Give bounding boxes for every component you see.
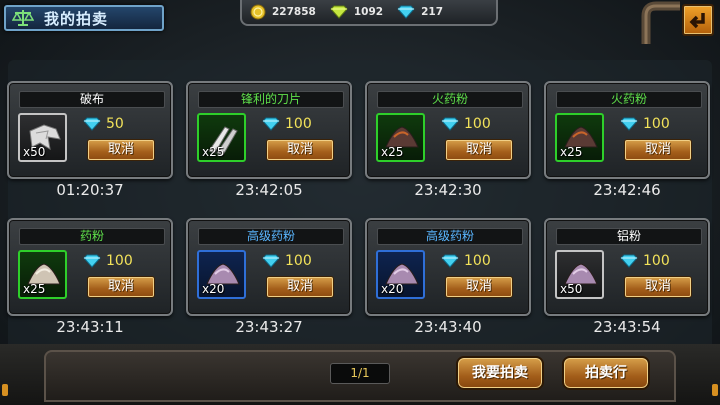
diamond-amount: 217 xyxy=(421,6,443,18)
price-amount: 100 xyxy=(464,116,491,132)
price-amount: 50 xyxy=(106,116,124,132)
listing-card: 高级药粉 x20 100 取消 xyxy=(186,218,352,316)
remaining-time: 23:43:40 xyxy=(414,318,482,336)
page-indicator: 1/1 xyxy=(330,363,390,384)
gold-amount: 227858 xyxy=(272,6,316,18)
diamond-currency: 217 xyxy=(397,5,443,19)
item-name: 锋利的刀片 xyxy=(198,91,344,108)
price: 100 xyxy=(262,116,312,132)
item-name: 药粉 xyxy=(19,228,165,245)
cancel-button[interactable]: 取消 xyxy=(266,276,334,298)
gold-currency: 227858 xyxy=(250,4,316,20)
remaining-time: 01:20:37 xyxy=(56,181,124,199)
diamond-price-icon xyxy=(83,117,101,131)
listing-card: 药粉 x25 100 取消 xyxy=(7,218,173,316)
price-amount: 100 xyxy=(106,253,133,269)
item-slot[interactable]: x25 xyxy=(197,113,246,162)
green-gem-amount: 1092 xyxy=(353,6,384,18)
item-quantity: x25 xyxy=(560,145,583,159)
back-button[interactable] xyxy=(682,4,714,36)
item-name: 高级药粉 xyxy=(198,228,344,245)
diamond-price-icon xyxy=(441,254,459,268)
price: 100 xyxy=(441,116,491,132)
green-gem-icon xyxy=(330,5,348,19)
item-quantity: x20 xyxy=(202,282,225,296)
blue-diamond-icon xyxy=(397,5,415,19)
scale-icon xyxy=(12,10,34,26)
diamond-price-icon xyxy=(262,254,280,268)
item-slot[interactable]: x25 xyxy=(555,113,604,162)
listing-card: 铝粉 x50 100 取消 xyxy=(544,218,710,316)
item-slot[interactable]: x50 xyxy=(555,250,604,299)
cancel-button[interactable]: 取消 xyxy=(87,276,155,298)
back-arrow-icon xyxy=(689,13,705,29)
item-quantity: x25 xyxy=(202,145,225,159)
item-name: 火药粉 xyxy=(377,91,523,108)
price-amount: 100 xyxy=(464,253,491,269)
price: 100 xyxy=(262,253,312,269)
remaining-time: 23:43:54 xyxy=(593,318,661,336)
corner-indicator-right xyxy=(712,384,718,396)
gold-coin-icon xyxy=(250,4,266,20)
cancel-button[interactable]: 取消 xyxy=(445,139,513,161)
item-quantity: x50 xyxy=(23,145,46,159)
page-title: 我的拍卖 xyxy=(44,9,109,28)
item-name: 破布 xyxy=(19,91,165,108)
cancel-button[interactable]: 取消 xyxy=(445,276,513,298)
cancel-button[interactable]: 取消 xyxy=(266,139,334,161)
auction-house-button[interactable]: 拍卖行 xyxy=(562,356,650,390)
price-amount: 100 xyxy=(643,253,670,269)
diamond-price-icon xyxy=(620,117,638,131)
item-slot[interactable]: x20 xyxy=(197,250,246,299)
listing-card: 高级药粉 x20 100 取消 xyxy=(365,218,531,316)
item-slot[interactable]: x20 xyxy=(376,250,425,299)
want-auction-button[interactable]: 我要拍卖 xyxy=(456,356,544,390)
green-gem-currency: 1092 xyxy=(330,5,383,19)
diamond-price-icon xyxy=(262,117,280,131)
price-amount: 100 xyxy=(643,116,670,132)
remaining-time: 23:42:05 xyxy=(235,181,303,199)
item-slot[interactable]: x25 xyxy=(18,250,67,299)
price: 50 xyxy=(83,116,124,132)
item-name: 火药粉 xyxy=(556,91,702,108)
price: 100 xyxy=(620,253,670,269)
price: 100 xyxy=(441,253,491,269)
diamond-price-icon xyxy=(441,117,459,131)
price-amount: 100 xyxy=(285,253,312,269)
listing-card: 锋利的刀片 x25 100 取消 xyxy=(186,81,352,179)
remaining-time: 23:43:27 xyxy=(235,318,303,336)
pipe-decoration xyxy=(641,1,680,44)
cancel-button[interactable]: 取消 xyxy=(87,139,155,161)
price: 100 xyxy=(620,116,670,132)
item-quantity: x50 xyxy=(560,282,583,296)
page-title-box: 我的拍卖 xyxy=(4,5,164,31)
item-quantity: x25 xyxy=(381,145,404,159)
cancel-button[interactable]: 取消 xyxy=(624,139,692,161)
listing-card: 火药粉 x25 100 取消 xyxy=(365,81,531,179)
diamond-price-icon xyxy=(620,254,638,268)
remaining-time: 23:42:30 xyxy=(414,181,482,199)
item-slot[interactable]: x25 xyxy=(376,113,425,162)
diamond-price-icon xyxy=(83,254,101,268)
listing-card: 火药粉 x25 100 取消 xyxy=(544,81,710,179)
item-name: 高级药粉 xyxy=(377,228,523,245)
remaining-time: 23:42:46 xyxy=(593,181,661,199)
corner-indicator-left xyxy=(2,384,8,396)
price: 100 xyxy=(83,253,133,269)
currency-bar: 227858 1092 217 xyxy=(240,0,498,26)
item-quantity: x20 xyxy=(381,282,404,296)
remaining-time: 23:43:11 xyxy=(56,318,124,336)
price-amount: 100 xyxy=(285,116,312,132)
item-quantity: x25 xyxy=(23,282,46,296)
item-name: 铝粉 xyxy=(556,228,702,245)
cancel-button[interactable]: 取消 xyxy=(624,276,692,298)
item-slot[interactable]: x50 xyxy=(18,113,67,162)
listing-card: 破布 x50 50 取消 xyxy=(7,81,173,179)
